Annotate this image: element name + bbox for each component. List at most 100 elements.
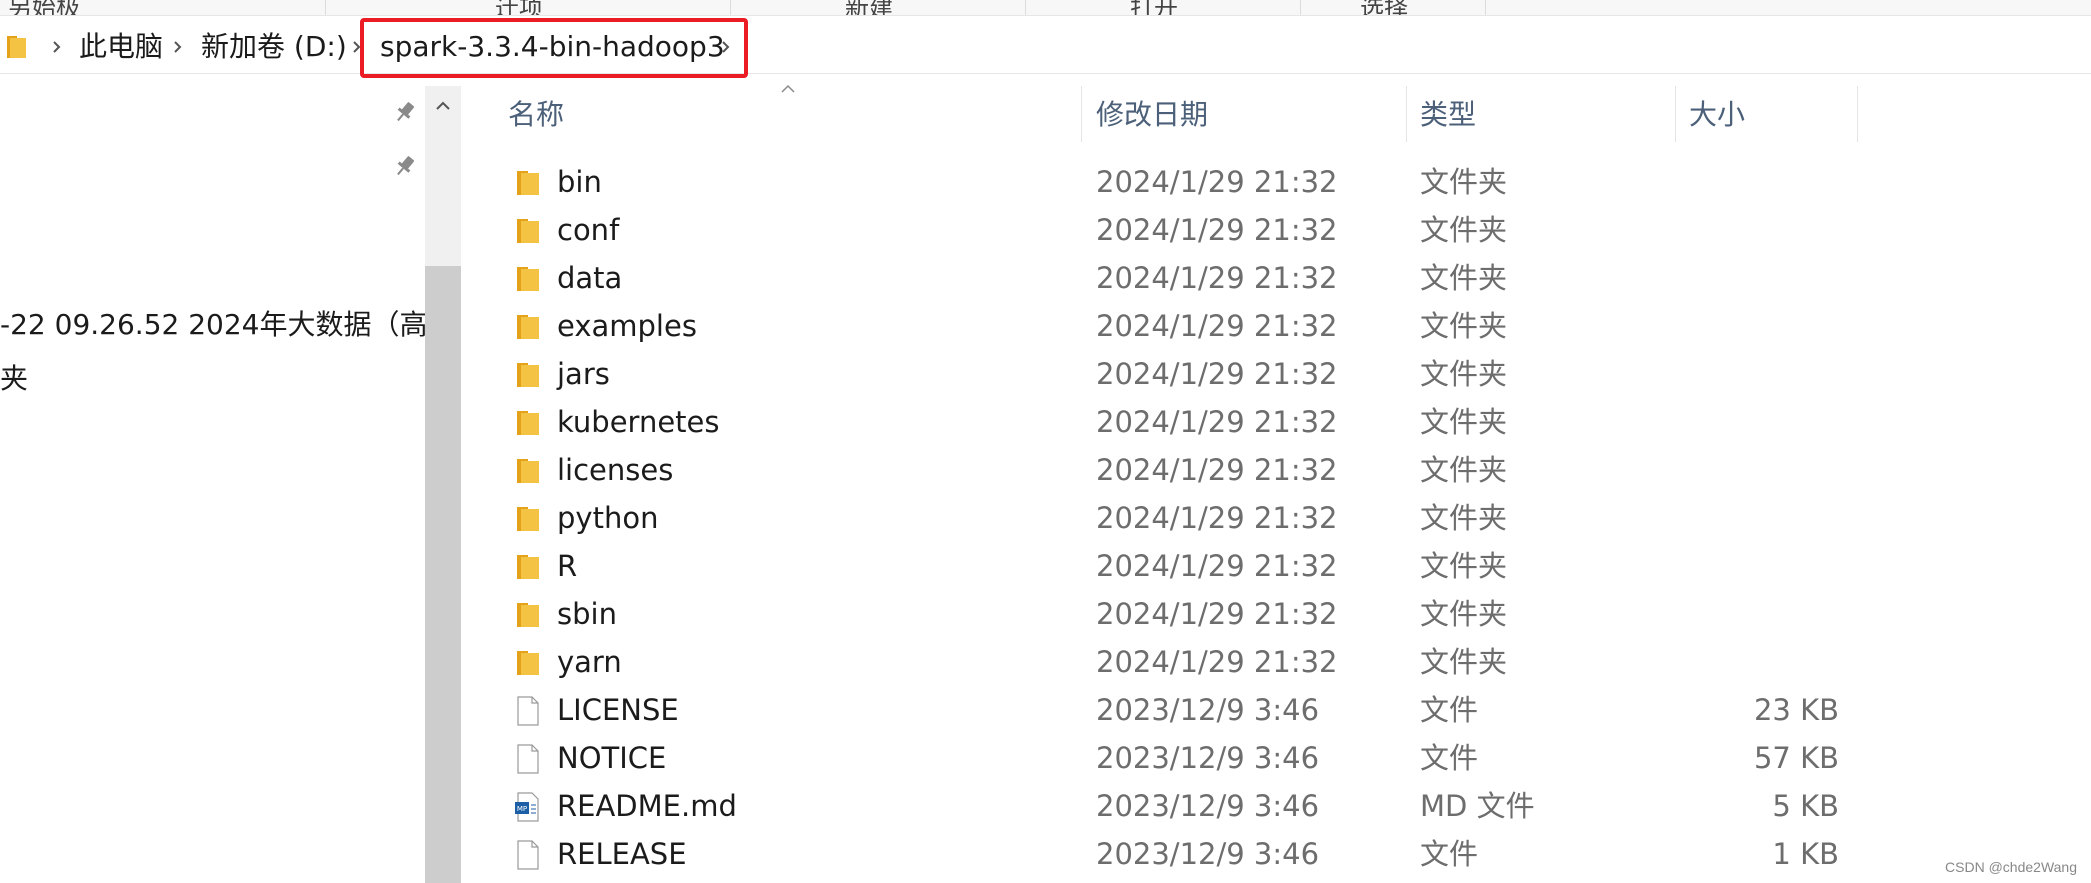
file-modified-date: 2024/1/29 21:32 xyxy=(1096,165,1338,199)
file-name[interactable]: RELEASE xyxy=(557,836,687,872)
file-row[interactable]: licenses 2024/1/29 21:32 文件夹 xyxy=(497,446,1857,494)
file-type: 文件夹 xyxy=(1420,357,1508,391)
file-type: 文件夹 xyxy=(1420,213,1508,247)
file-modified-date: 2024/1/29 21:32 xyxy=(1096,453,1338,487)
column-header-type[interactable]: 类型 xyxy=(1420,98,1476,132)
column-divider[interactable] xyxy=(1081,86,1082,142)
file-row[interactable]: bin 2024/1/29 21:32 文件夹 xyxy=(497,158,1857,206)
sort-ascending-icon xyxy=(781,84,795,93)
file-name[interactable]: yarn xyxy=(557,644,622,680)
ribbon-divider xyxy=(1025,0,1026,15)
file-type: 文件夹 xyxy=(1420,309,1508,343)
file-name[interactable]: licenses xyxy=(557,452,673,488)
file-size: 5 KB xyxy=(1772,789,1839,823)
column-header-size[interactable]: 大小 xyxy=(1689,98,1745,132)
file-name[interactable]: NOTICE xyxy=(557,740,666,776)
watermark: CSDN @chde2Wang xyxy=(1945,859,2077,875)
file-type: 文件夹 xyxy=(1420,453,1508,487)
file-type: 文件夹 xyxy=(1420,549,1508,583)
nav-scrollbar-thumb[interactable] xyxy=(425,266,461,883)
chevron-right-icon[interactable] xyxy=(171,35,185,59)
file-modified-date: 2024/1/29 21:32 xyxy=(1096,549,1338,583)
scroll-up-icon[interactable] xyxy=(433,96,453,116)
file-modified-date: 2024/1/29 21:32 xyxy=(1096,261,1338,295)
file-row[interactable]: conf 2024/1/29 21:32 文件夹 xyxy=(497,206,1857,254)
file-row[interactable]: R 2024/1/29 21:32 文件夹 xyxy=(497,542,1857,590)
file-name[interactable]: README.md xyxy=(557,788,737,824)
pin-icon[interactable] xyxy=(392,99,418,125)
file-type: 文件夹 xyxy=(1420,597,1508,631)
column-divider[interactable] xyxy=(1406,86,1407,142)
file-modified-date: 2023/12/9 3:46 xyxy=(1096,741,1320,775)
ribbon-divider xyxy=(730,0,731,15)
file-size: 57 KB xyxy=(1753,741,1839,775)
file-name[interactable]: conf xyxy=(557,212,619,248)
file-type: 文件夹 xyxy=(1420,405,1508,439)
file-row[interactable]: python 2024/1/29 21:32 文件夹 xyxy=(497,494,1857,542)
file-name[interactable]: LICENSE xyxy=(557,692,679,728)
file-name[interactable]: examples xyxy=(557,308,697,344)
navigation-pane[interactable]: -22 09.26.52 2024年大数据（高职 夹 xyxy=(0,86,455,883)
folder-icon xyxy=(7,36,26,58)
file-row[interactable]: sbin 2024/1/29 21:32 文件夹 xyxy=(497,590,1857,638)
file-type: 文件夹 xyxy=(1420,165,1508,199)
file-type: MD 文件 xyxy=(1420,789,1535,823)
file-type: 文件夹 xyxy=(1420,501,1508,535)
file-row[interactable]: MP README.md 2023/12/9 3:46 MD 文件 5 KB xyxy=(497,782,1857,830)
ribbon-divider xyxy=(325,0,326,15)
ribbon-item-2[interactable]: 迁项 xyxy=(495,0,543,15)
file-modified-date: 2024/1/29 21:32 xyxy=(1096,645,1338,679)
file-modified-date: 2024/1/29 21:32 xyxy=(1096,501,1338,535)
file-size: 23 KB xyxy=(1753,693,1839,727)
file-row[interactable]: examples 2024/1/29 21:32 文件夹 xyxy=(497,302,1857,350)
file-type: 文件 xyxy=(1420,693,1479,727)
file-name[interactable]: jars xyxy=(557,356,610,392)
breadcrumb-drive-d[interactable]: 新加卷 (D:) xyxy=(201,30,347,64)
column-divider[interactable] xyxy=(1675,86,1676,142)
file-modified-date: 2023/12/9 3:46 xyxy=(1096,837,1320,871)
file-row[interactable]: kubernetes 2024/1/29 21:32 文件夹 xyxy=(497,398,1857,446)
ribbon-divider xyxy=(1485,0,1486,15)
file-modified-date: 2024/1/29 21:32 xyxy=(1096,213,1338,247)
file-row[interactable]: jars 2024/1/29 21:32 文件夹 xyxy=(497,350,1857,398)
file-modified-date: 2024/1/29 21:32 xyxy=(1096,597,1338,631)
address-bar[interactable]: 此电脑 新加卷 (D:) spark-3.3.4-bin-hadoop3 xyxy=(0,16,2091,78)
file-row[interactable]: RELEASE 2023/12/9 3:46 文件 1 KB xyxy=(497,830,1857,878)
file-modified-date: 2023/12/9 3:46 xyxy=(1096,789,1320,823)
column-header-name[interactable]: 名称 xyxy=(508,98,564,132)
ribbon: 另始极 迁项 新建 打开 选择 xyxy=(0,0,2091,16)
file-modified-date: 2024/1/29 21:32 xyxy=(1096,357,1338,391)
breadcrumb-this-pc[interactable]: 此电脑 xyxy=(79,30,163,64)
file-row[interactable]: yarn 2024/1/29 21:32 文件夹 xyxy=(497,638,1857,686)
file-type: 文件 xyxy=(1420,837,1479,871)
nav-item-text[interactable]: 夹 xyxy=(0,362,28,396)
ribbon-item-4[interactable]: 打开 xyxy=(1130,0,1178,15)
file-row[interactable]: NOTICE 2023/12/9 3:46 文件 57 KB xyxy=(497,734,1857,782)
file-name[interactable]: bin xyxy=(557,164,602,200)
ribbon-divider xyxy=(1300,0,1301,15)
file-size: 1 KB xyxy=(1772,837,1839,871)
file-modified-date: 2024/1/29 21:32 xyxy=(1096,309,1338,343)
pin-icon[interactable] xyxy=(392,153,418,179)
file-name[interactable]: kubernetes xyxy=(557,404,720,440)
ribbon-item-3[interactable]: 新建 xyxy=(845,0,893,15)
file-modified-date: 2023/12/9 3:46 xyxy=(1096,693,1320,727)
file-name[interactable]: python xyxy=(557,500,658,536)
file-name[interactable]: R xyxy=(557,548,577,584)
file-name[interactable]: sbin xyxy=(557,596,617,632)
column-header-modified[interactable]: 修改日期 xyxy=(1096,98,1208,132)
svg-text:MP: MP xyxy=(517,805,527,813)
highlight-annotation xyxy=(360,18,748,78)
file-modified-date: 2024/1/29 21:32 xyxy=(1096,405,1338,439)
file-name[interactable]: data xyxy=(557,260,622,296)
nav-item-folder[interactable]: -22 09.26.52 2024年大数据（高职 xyxy=(0,308,455,342)
file-row[interactable]: LICENSE 2023/12/9 3:46 文件 23 KB xyxy=(497,686,1857,734)
file-row[interactable]: data 2024/1/29 21:32 文件夹 xyxy=(497,254,1857,302)
file-type: 文件夹 xyxy=(1420,645,1508,679)
ribbon-item-1[interactable]: 另始极 xyxy=(8,0,80,15)
file-type: 文件 xyxy=(1420,741,1479,775)
file-type: 文件夹 xyxy=(1420,261,1508,295)
column-divider[interactable] xyxy=(1857,86,1858,142)
ribbon-item-5[interactable]: 选择 xyxy=(1360,0,1408,15)
chevron-right-icon[interactable] xyxy=(50,35,64,59)
